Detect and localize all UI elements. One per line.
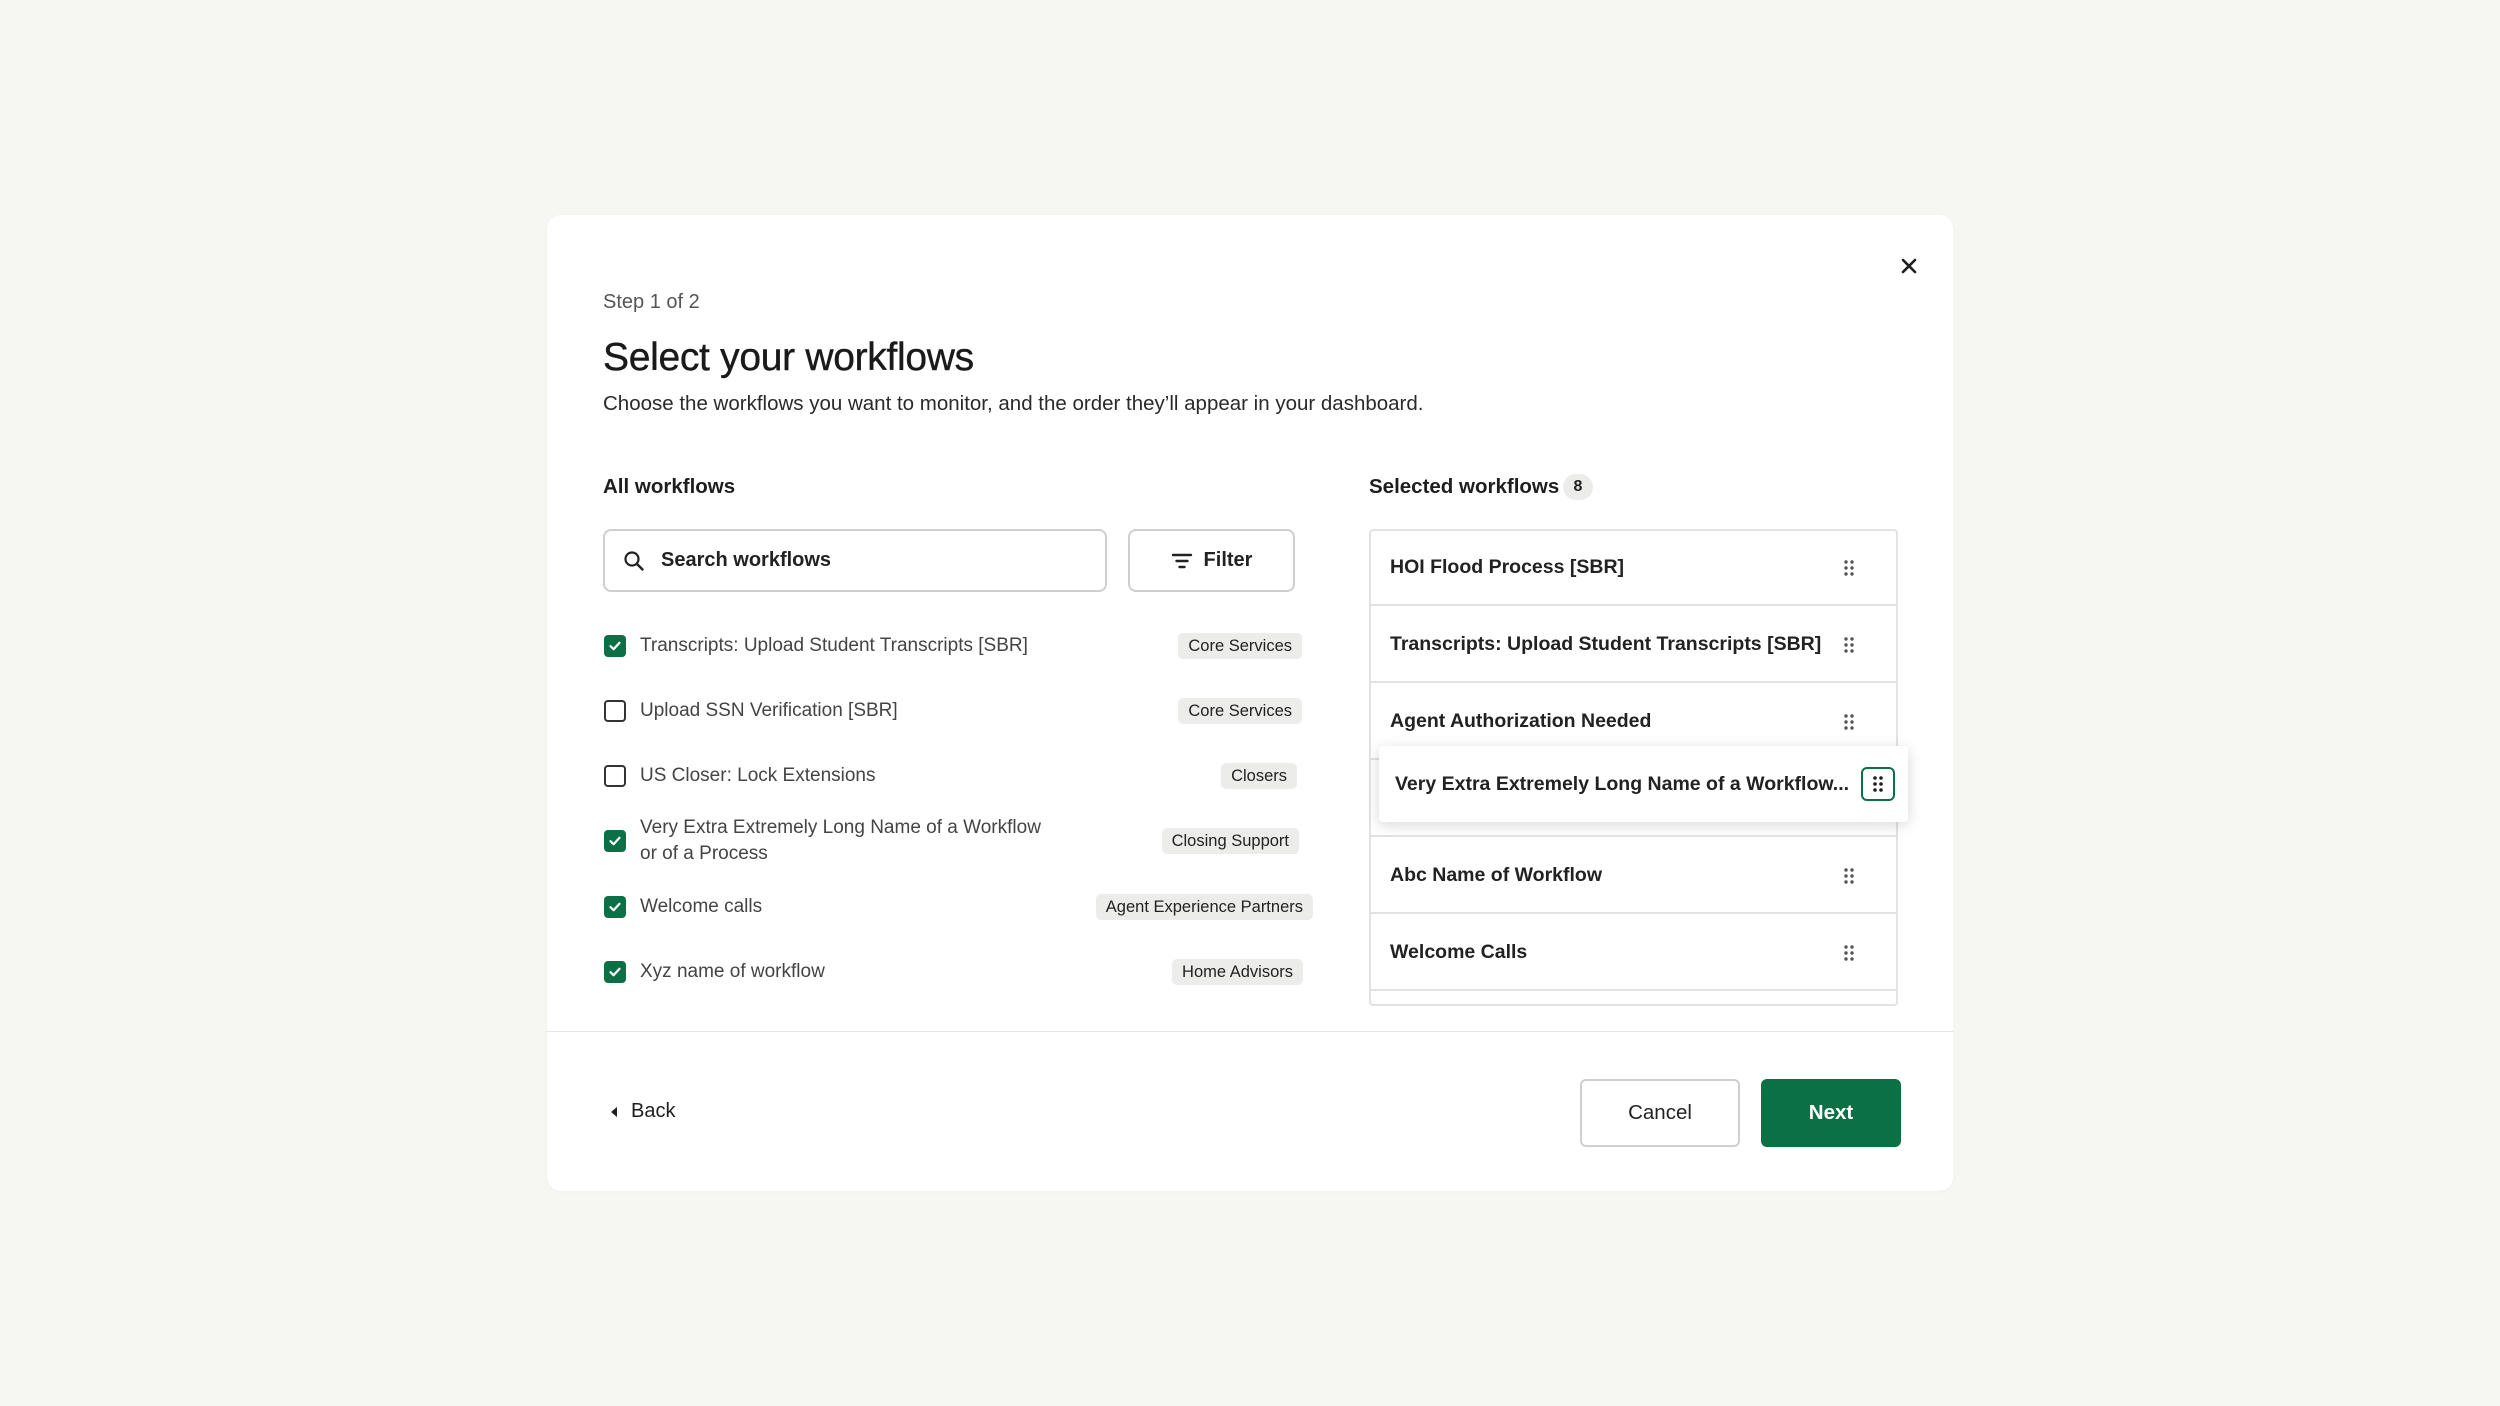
workflow-tag: Core Services <box>1178 698 1302 724</box>
search-icon <box>622 549 646 573</box>
checkmark-icon <box>609 836 621 846</box>
cancel-button[interactable]: Cancel <box>1580 1079 1740 1147</box>
close-button[interactable] <box>1888 245 1930 287</box>
workflow-checkbox[interactable] <box>604 896 626 918</box>
selected-workflow-item[interactable]: HOI Flood Process [SBR] <box>1371 531 1896 606</box>
workflow-tag: Agent Experience Partners <box>1095 894 1313 920</box>
drag-handle-icon[interactable] <box>1839 710 1859 734</box>
workflow-label: Welcome calls <box>640 896 763 917</box>
selected-workflow-item[interactable]: Welcome Calls <box>1371 916 1896 991</box>
dragging-workflow-label: Very Extra Extremely Long Name of a Work… <box>1395 772 1850 795</box>
checkmark-icon <box>609 902 621 912</box>
workflow-label: Transcripts: Upload Student Transcripts … <box>640 635 1028 656</box>
workflow-checkbox[interactable] <box>604 830 626 852</box>
caret-left-icon <box>611 1106 617 1117</box>
workflow-label: Upload SSN Verification [SBR] <box>640 700 898 721</box>
workflow-tag: Closing Support <box>1161 828 1299 854</box>
checkmark-icon <box>609 641 621 651</box>
filter-icon <box>1171 553 1192 568</box>
drag-handle-icon[interactable] <box>1839 556 1859 580</box>
checkmark-icon <box>609 967 621 977</box>
drag-handle-icon[interactable] <box>1839 633 1859 657</box>
selected-workflow-label: Transcripts: Upload Student Transcripts … <box>1390 633 1822 655</box>
workflow-tag: Core Services <box>1178 633 1302 659</box>
workflow-label: Xyz name of workflow <box>640 961 825 982</box>
filter-button[interactable]: Filter <box>1128 529 1295 592</box>
close-icon <box>1901 258 1917 274</box>
drag-handle-icon[interactable] <box>1861 767 1895 801</box>
back-button[interactable]: Back <box>609 1100 675 1123</box>
selected-workflow-label: HOI Flood Process [SBR] <box>1390 556 1625 578</box>
selected-workflow-label: Agent Authorization Needed <box>1390 710 1652 732</box>
next-button[interactable]: Next <box>1761 1079 1901 1147</box>
selected-workflow-label: Welcome Calls <box>1390 941 1528 963</box>
dialog-subtitle: Choose the workflows you want to monitor… <box>603 392 1424 415</box>
selected-workflow-label: Abc Name of Workflow <box>1390 864 1602 886</box>
dialog-title: Select your workflows <box>603 336 975 379</box>
dragging-workflow-card[interactable]: Very Extra Extremely Long Name of a Work… <box>1379 746 1908 822</box>
back-label: Back <box>631 1100 676 1122</box>
all-workflows-heading: All workflows <box>603 475 736 498</box>
selected-workflow-item[interactable]: Abc Name of Workflow <box>1371 839 1896 914</box>
workflow-label: Very Extra Extremely Long Name of a Work… <box>640 817 1041 864</box>
workflow-checkbox[interactable] <box>604 635 626 657</box>
workflow-checkbox[interactable] <box>604 961 626 983</box>
drag-handle-icon[interactable] <box>1839 864 1859 888</box>
selected-workflows-heading: Selected workflows <box>1369 475 1560 498</box>
workflow-checkbox[interactable] <box>604 765 626 787</box>
workflow-label: US Closer: Lock Extensions <box>640 765 876 786</box>
filter-label: Filter <box>1203 549 1253 571</box>
drag-handle-icon[interactable] <box>1839 941 1859 965</box>
search-field[interactable] <box>603 529 1107 592</box>
step-indicator: Step 1 of 2 <box>603 291 700 313</box>
search-input[interactable] <box>659 548 1083 573</box>
workflow-checkbox[interactable] <box>604 700 626 722</box>
footer-divider <box>547 1031 1953 1032</box>
selected-count-badge: 8 <box>1563 474 1593 500</box>
select-workflows-dialog: Step 1 of 2 Select your workflows Choose… <box>547 215 1953 1191</box>
selected-workflow-item[interactable]: Transcripts: Upload Student Transcripts … <box>1371 608 1896 683</box>
workflow-tag: Closers <box>1221 763 1297 789</box>
workflow-tag: Home Advisors <box>1172 959 1303 985</box>
